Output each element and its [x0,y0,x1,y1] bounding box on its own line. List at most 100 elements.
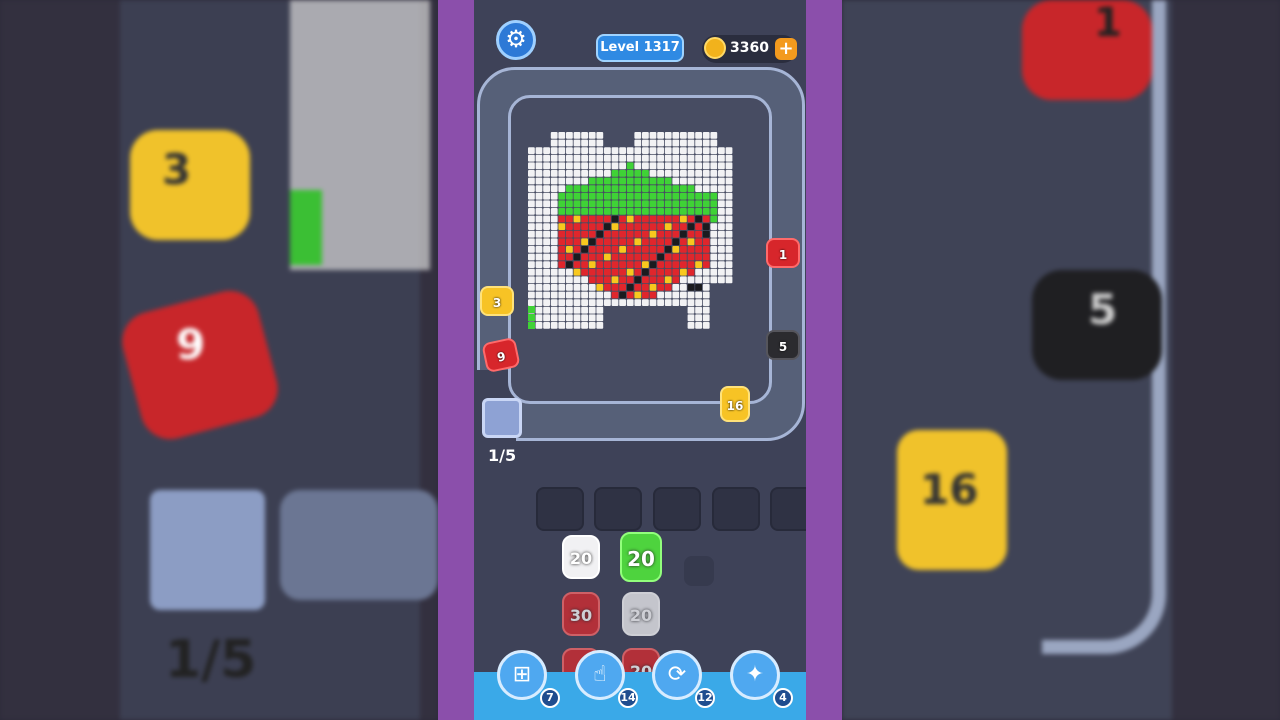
block-white-20-lower: 20 [622,592,660,636]
pixel-cube [566,192,573,200]
pixel-cube [642,291,649,299]
pixel-cube [566,299,573,306]
pixel-cube [535,238,543,246]
add-coins-button[interactable]: + [775,38,797,60]
pixel-cube [634,284,642,291]
pixel-cube [566,276,573,284]
pixel-cube [710,230,718,238]
pixel-cube [657,192,664,200]
booster-magic[interactable]: ✦ [730,650,780,700]
pixel-cube [634,147,642,154]
pixel-cube [687,322,695,329]
pixel-cube [588,246,596,253]
pixel-cube [664,238,672,246]
booster-hand[interactable]: ☝ [575,650,625,700]
pixel-cube [634,132,642,139]
pixel-cube [566,230,573,238]
pixel-cube [634,162,642,170]
track-slot-block[interactable] [482,398,522,438]
pixel-cube [718,154,725,162]
coin-value: 3360 [730,40,769,56]
pixel-cube [604,268,611,276]
shooter-red-1[interactable]: 1 [766,238,800,268]
pixel-cube [695,291,702,299]
pixel-cube [581,208,588,215]
pixel-cube [535,322,543,329]
pixel-cube [642,276,649,284]
pixel-cube [626,299,634,306]
pixel-cube [596,253,604,261]
pixel-cube [680,162,687,170]
pixel-cube [626,170,634,177]
block-green-20[interactable]: 20 [620,532,662,582]
pixel-cube [634,170,642,177]
pixel-cube [626,154,634,162]
pixel-cube [528,299,535,306]
pixel-cube [543,291,550,299]
pixel-cube [695,299,702,306]
shooter-yellow-3[interactable]: 3 [480,286,514,316]
pixel-cube [596,139,604,147]
pixel-cube [664,185,672,192]
shuffle-icon: ⟳ [667,662,687,687]
pixel-cube [558,322,566,329]
pixel-cube [588,238,596,246]
pixel-cube [566,208,573,215]
pixel-cube [664,268,672,276]
booster-add-slot[interactable]: ⊞ [497,650,547,700]
booster-shuffle[interactable]: ⟳ [652,650,702,700]
pixel-cube [535,185,543,192]
pixel-cube [702,192,710,200]
pixel-cube [550,314,558,322]
pixel-cube [581,299,588,306]
pixel-cube [604,162,611,170]
pixel-cube [634,261,642,268]
pixel-cube [573,246,581,253]
pixel-cube [695,284,702,291]
pixel-cube [558,215,566,223]
pixel-cube [672,215,680,223]
pixel-cube [581,238,588,246]
pixel-cube [604,291,611,299]
pixel-cube [695,261,702,268]
pixel-cube [596,162,604,170]
pixel-cube [543,276,550,284]
pixel-cube [657,261,664,268]
pixel-cube [573,291,581,299]
pixel-cube [588,284,596,291]
pixel-cube [725,215,733,223]
pixel-cube [672,154,680,162]
settings-button[interactable]: ⚙ [496,20,536,60]
pixel-cube [695,177,702,185]
shooter-yellow-16[interactable]: 16 [720,386,750,422]
pixel-cube [588,223,596,230]
background-right: 1 5 16 [842,0,1280,720]
pixel-cube [725,268,733,276]
pixel-cube [702,261,710,268]
shooter-black-5[interactable]: 5 [766,330,800,360]
pixel-cube [687,208,695,215]
pixel-cube [558,192,566,200]
pixel-cube [687,314,695,322]
pixel-cube [543,322,550,329]
pixel-cube [573,253,581,261]
pixel-cube [566,170,573,177]
block-white-20[interactable]: 20 [562,535,600,579]
pixel-cube [626,147,634,154]
pixel-cube [687,284,695,291]
pixel-cube [680,284,687,291]
pixel-cube [611,238,619,246]
pixel-cube [649,238,657,246]
pixel-cube [619,246,626,253]
pixel-cube [672,132,680,139]
pixel-cube [619,291,626,299]
pixel-cube [725,261,733,268]
pixel-cube [642,268,649,276]
pixel-cube [604,192,611,200]
pixel-cube [581,276,588,284]
pixel-cube [672,253,680,261]
pixel-cube [626,284,634,291]
pixel-cube [528,162,535,170]
pixel-cube [611,162,619,170]
pixel-cube [573,208,581,215]
